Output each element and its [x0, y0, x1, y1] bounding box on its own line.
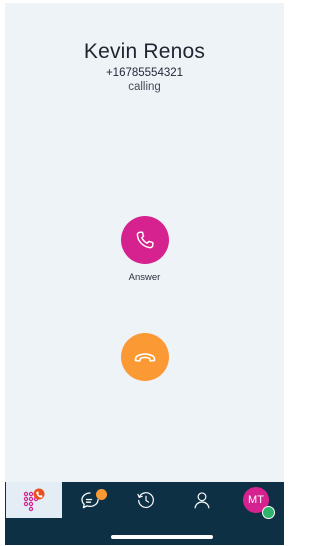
tab-dialer[interactable] — [6, 482, 62, 518]
chat-unread-badge — [96, 489, 107, 500]
tab-chat[interactable] — [62, 482, 118, 518]
avatar-initials: MT — [248, 494, 264, 506]
decline-button[interactable] — [120, 333, 169, 381]
answer-button[interactable] — [120, 216, 169, 264]
call-status: calling — [128, 81, 161, 93]
answer-action: Answer — [5, 216, 284, 283]
decline-action — [5, 333, 284, 381]
bottom-tab-bar: MT — [5, 482, 284, 545]
incoming-call-screen: Kevin Renos +16785554321 calling Answer — [5, 3, 284, 545]
tab-history[interactable] — [118, 482, 174, 518]
history-icon — [137, 492, 154, 508]
home-indicator[interactable] — [111, 535, 213, 539]
person-icon — [194, 492, 210, 509]
phone-icon — [136, 231, 154, 249]
tab-contacts[interactable] — [174, 482, 230, 518]
answer-label: Answer — [128, 272, 161, 283]
avatar: MT — [243, 487, 275, 519]
caller-info: Kevin Renos +16785554321 calling — [5, 39, 284, 94]
caller-name: Kevin Renos — [83, 40, 206, 63]
dialpad-call-icon — [23, 488, 45, 512]
hang-up-icon — [134, 353, 155, 362]
tab-profile[interactable]: MT — [228, 482, 284, 519]
presence-status-dot — [262, 506, 275, 519]
caller-number: +16785554321 — [105, 67, 184, 79]
